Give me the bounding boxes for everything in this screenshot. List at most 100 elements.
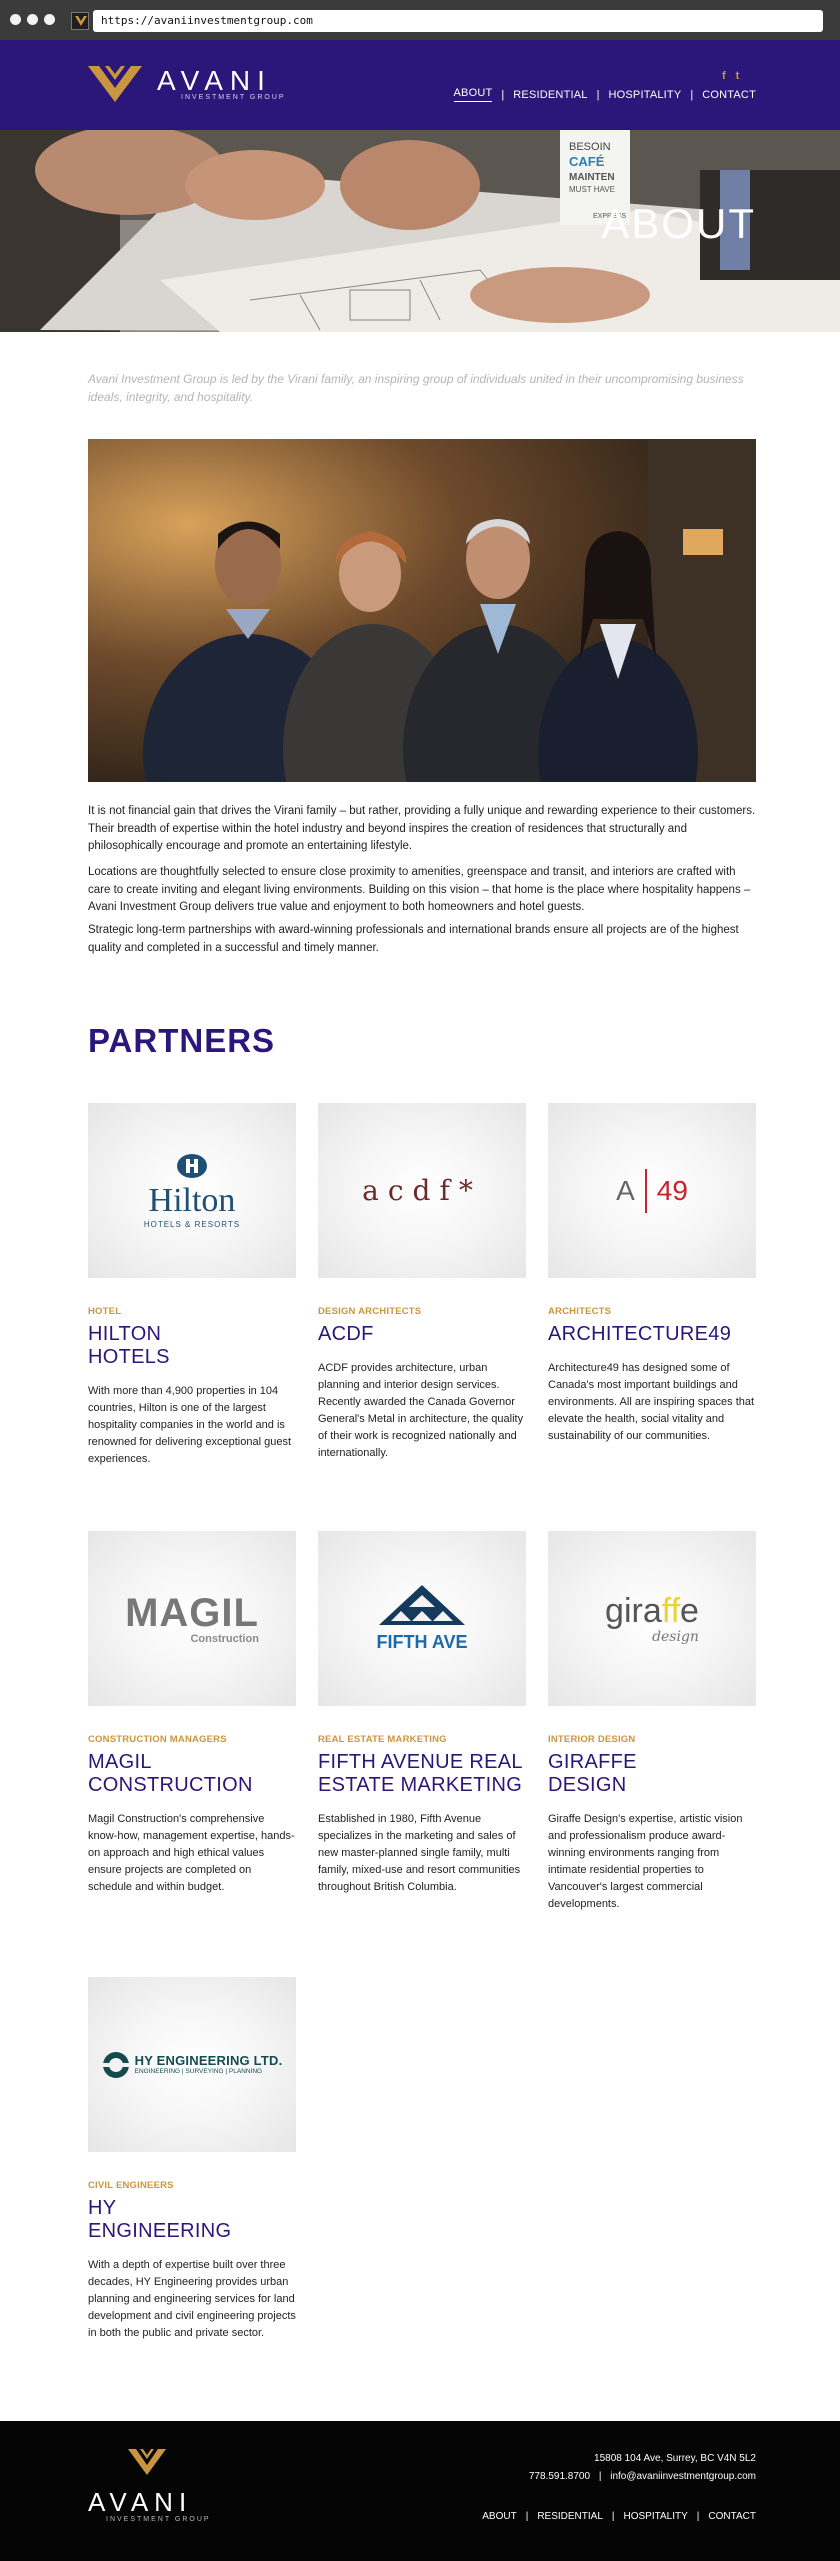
address-bar[interactable]: https://avaniinvestmentgroup.com bbox=[93, 10, 823, 32]
partner-description: Established in 1980, Fifth Avenue specia… bbox=[318, 1813, 521, 1893]
partner-logo-hilton[interactable]: Hilton HOTELS & RESORTS bbox=[88, 1103, 296, 1278]
partner-name-line: ARCHITECTURE49 bbox=[548, 1323, 732, 1345]
hilton-emblem-icon bbox=[176, 1153, 207, 1178]
footer-logo-icon[interactable] bbox=[128, 2449, 166, 2480]
a49-divider bbox=[644, 1168, 647, 1213]
partner-name: ACDF bbox=[318, 1323, 526, 1346]
nav-residential[interactable]: RESIDENTIAL bbox=[513, 89, 587, 101]
partner-logo-magil[interactable]: MAGIL Construction bbox=[88, 1531, 296, 1706]
hilton-tagline: HOTELS & RESORTS bbox=[143, 1219, 241, 1229]
partner-description: ACDF provides architecture, urban planni… bbox=[318, 1362, 524, 1459]
about-paragraph-2: Locations are thoughtfully selected to e… bbox=[88, 866, 751, 913]
partner-card-magil: MAGIL Construction CONSTRUCTION MANAGERS… bbox=[88, 1531, 296, 1896]
partner-name: HILTON HOTELS bbox=[88, 1323, 296, 1369]
browser-chrome: https://avaniinvestmentgroup.com bbox=[0, 0, 840, 40]
partner-description: With a depth of expertise built over thr… bbox=[88, 2259, 296, 2339]
page-title: ABOUT bbox=[601, 200, 756, 247]
partner-logo-hy-engineering[interactable]: HY ENGINEERING LTD. ENGINEERING | SURVEY… bbox=[88, 1977, 296, 2152]
partner-logo-acdf[interactable]: acdf* bbox=[318, 1103, 526, 1278]
partner-name-line: DESIGN bbox=[548, 1774, 627, 1796]
footer-phone[interactable]: 778.591.8700 bbox=[529, 2471, 590, 2482]
about-paragraph-1: It is not financial gain that drives the… bbox=[88, 805, 756, 852]
partner-category: DESIGN ARCHITECTS bbox=[318, 1306, 422, 1317]
partner-name-line: HOTELS bbox=[88, 1346, 170, 1368]
giraffe-wordmark-part: gira bbox=[605, 1591, 662, 1630]
footer-contact: 778.591.8700 | info@avaniinvestmentgroup… bbox=[529, 2471, 756, 2482]
partner-description: Architecture49 has designed some of Cana… bbox=[548, 1362, 755, 1442]
brand-subtitle: INVESTMENT GROUP bbox=[181, 94, 286, 101]
giraffe-wordmark-part: e bbox=[680, 1591, 699, 1630]
nav-about[interactable]: ABOUT bbox=[453, 87, 493, 102]
partner-category: ARCHITECTS bbox=[548, 1306, 612, 1317]
footer-email[interactable]: info@avaniinvestmentgroup.com bbox=[610, 2471, 756, 2482]
hy-wordmark: HY ENGINEERING LTD. bbox=[134, 2053, 283, 2068]
hy-tagline: ENGINEERING | SURVEYING | PLANNING bbox=[134, 2068, 263, 2075]
brand-name[interactable]: AVANI bbox=[157, 65, 272, 97]
avani-logo-icon[interactable] bbox=[88, 66, 142, 107]
nav-separator: | bbox=[501, 88, 505, 101]
cup-text-3: MAINTEN bbox=[569, 172, 615, 183]
magil-wordmark: MAGIL bbox=[125, 1590, 259, 1635]
fifth-ave-wordmark: FIFTH AVE bbox=[376, 1631, 468, 1652]
maximize-window-button[interactable] bbox=[44, 14, 55, 25]
footer-nav-residential[interactable]: RESIDENTIAL bbox=[537, 2511, 603, 2522]
partner-description: With more than 4,900 properties in 104 c… bbox=[88, 1385, 292, 1465]
partner-logo-architecture49[interactable]: A 49 bbox=[548, 1103, 756, 1278]
window-controls bbox=[10, 14, 55, 25]
partner-description: Giraffe Design's expertise, artistic vis… bbox=[548, 1813, 743, 1910]
partner-card-acdf: acdf* DESIGN ARCHITECTS ACDF ACDF provid… bbox=[318, 1103, 526, 1462]
nav-separator: | bbox=[690, 88, 694, 101]
footer-brand-subtitle: INVESTMENT GROUP bbox=[106, 2516, 211, 2523]
facebook-icon[interactable]: f bbox=[722, 70, 726, 82]
footer-nav: ABOUT | RESIDENTIAL | HOSPITALITY | CONT… bbox=[482, 2511, 756, 2522]
partner-name-line: CONSTRUCTION bbox=[88, 1774, 253, 1796]
partner-name: MAGIL CONSTRUCTION bbox=[88, 1751, 296, 1797]
footer-separator: | bbox=[598, 2471, 602, 2482]
footer-address: 15808 104 Ave, Surrey, BC V4N 5L2 bbox=[594, 2453, 756, 2464]
partner-category: INTERIOR DESIGN bbox=[548, 1734, 636, 1745]
partner-name-line: HILTON bbox=[88, 1323, 162, 1345]
partner-logo-fifth-avenue[interactable]: FIFTH AVE bbox=[318, 1531, 526, 1706]
partners-heading: PARTNERS bbox=[88, 1022, 276, 1059]
partner-category: HOTEL bbox=[88, 1306, 122, 1317]
favicon-icon bbox=[71, 12, 89, 30]
partner-category: CIVIL ENGINEERS bbox=[88, 2180, 174, 2191]
partner-description: Magil Construction's comprehensive know-… bbox=[88, 1813, 295, 1893]
partner-name: FIFTH AVENUE REAL ESTATE MARKETING bbox=[318, 1751, 526, 1797]
partner-name-line: GIRAFFE bbox=[548, 1751, 637, 1773]
twitter-icon[interactable]: t bbox=[736, 70, 740, 82]
footer-nav-separator: | bbox=[611, 2511, 615, 2522]
intro-text: Avani Investment Group is led by the Vir… bbox=[88, 372, 744, 404]
cup-text-4: MUST HAVE bbox=[569, 185, 615, 194]
partner-name: ARCHITECTURE49 bbox=[548, 1323, 756, 1346]
fifth-ave-emblem-icon bbox=[379, 1584, 465, 1625]
about-paragraph-3: Strategic long-term partnerships with aw… bbox=[88, 924, 739, 954]
footer-nav-about[interactable]: ABOUT bbox=[482, 2511, 516, 2522]
minimize-window-button[interactable] bbox=[27, 14, 38, 25]
cup-text-1: BESOIN bbox=[569, 141, 611, 153]
partner-category: CONSTRUCTION MANAGERS bbox=[88, 1734, 227, 1745]
partner-name-line: FIFTH AVENUE REAL bbox=[318, 1751, 523, 1773]
nav-contact[interactable]: CONTACT bbox=[702, 89, 756, 101]
close-window-button[interactable] bbox=[10, 14, 21, 25]
partner-name-line: MAGIL bbox=[88, 1751, 152, 1773]
footer-brand-name[interactable]: AVANI bbox=[88, 2487, 192, 2518]
footer-nav-hospitality[interactable]: HOSPITALITY bbox=[624, 2511, 688, 2522]
partner-name: HY ENGINEERING bbox=[88, 2197, 296, 2243]
hy-emblem-icon bbox=[101, 2051, 130, 2078]
partner-name-line: ENGINEERING bbox=[88, 2220, 232, 2242]
footer-nav-separator: | bbox=[525, 2511, 529, 2522]
hilton-wordmark: Hilton bbox=[148, 1181, 236, 1219]
giraffe-wordmark-accent: ff bbox=[661, 1591, 681, 1630]
footer-nav-separator: | bbox=[696, 2511, 700, 2522]
partner-logo-giraffe[interactable]: giraffe design bbox=[548, 1531, 756, 1706]
footer-nav-contact[interactable]: CONTACT bbox=[708, 2511, 756, 2522]
partner-category: REAL ESTATE MARKETING bbox=[318, 1734, 447, 1745]
team-photo bbox=[88, 439, 756, 782]
partner-name-line: ACDF bbox=[318, 1323, 374, 1345]
main-nav: ABOUT | RESIDENTIAL | HOSPITALITY | CONT… bbox=[453, 87, 756, 102]
partner-name: GIRAFFE DESIGN bbox=[548, 1751, 756, 1797]
partner-card-giraffe: giraffe design INTERIOR DESIGN GIRAFFE D… bbox=[548, 1531, 756, 1913]
nav-hospitality[interactable]: HOSPITALITY bbox=[608, 89, 681, 101]
partner-name-line: ESTATE MARKETING bbox=[318, 1774, 523, 1796]
